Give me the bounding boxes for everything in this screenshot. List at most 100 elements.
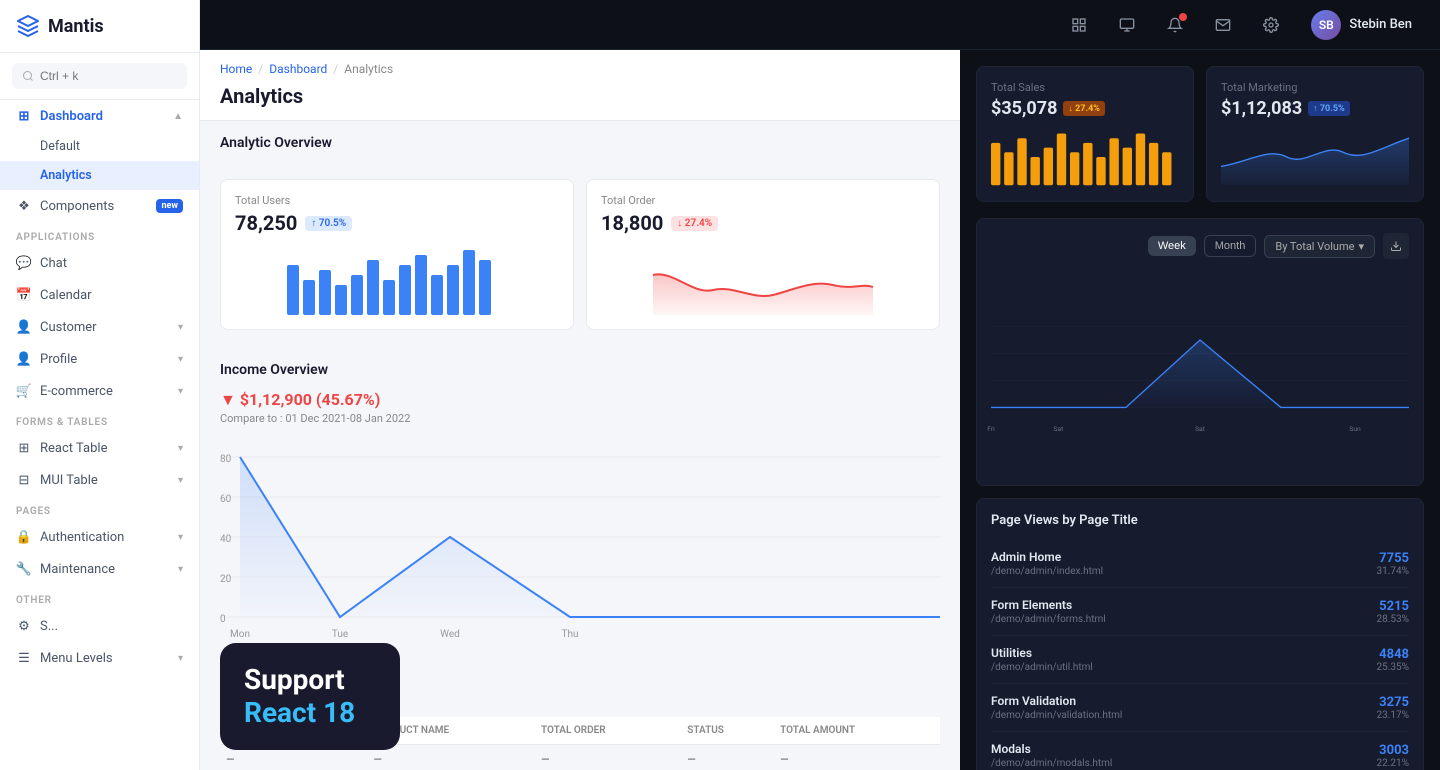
sidebar-components-label: Components xyxy=(40,199,114,214)
gear-icon xyxy=(1263,17,1279,33)
dark-line-chart: Fri Sat Sat Sun xyxy=(991,267,1409,467)
pv-left: Utilities /demo/admin/util.html xyxy=(991,646,1377,673)
sidebar-item-profile[interactable]: 👤 Profile ▾ xyxy=(0,343,199,375)
chevron-down-icon6: ▾ xyxy=(178,532,183,543)
card-order-value: 18,800 ↓ 27.4% xyxy=(601,211,925,235)
mail-icon-btn[interactable] xyxy=(1207,9,1239,41)
stat-total-sales: Total Sales $35,078 ↓ 27.4% xyxy=(976,66,1194,202)
notification-icon-btn[interactable] xyxy=(1159,9,1191,41)
volume-select[interactable]: By Total Volume ▾ xyxy=(1264,235,1375,258)
download-icon xyxy=(1390,240,1402,252)
logo-icon xyxy=(16,14,40,38)
auth-label: Authentication xyxy=(40,530,124,545)
settings-icon: ⚙ xyxy=(16,618,32,634)
pv-percent: 22.21% xyxy=(1377,758,1409,769)
sidebar-item-customer[interactable]: 👤 Customer ▾ xyxy=(0,311,199,343)
week-btn[interactable]: Week xyxy=(1148,236,1196,256)
pv-page: Form Elements xyxy=(991,598,1377,612)
pv-row: Form Elements /demo/admin/forms.html 521… xyxy=(991,588,1409,636)
pv-page: Modals xyxy=(991,742,1377,756)
sidebar-item-mui-table[interactable]: ⊟ MUI Table ▾ xyxy=(0,464,199,496)
income-value: ▼ $1,12,900 (45.67%) xyxy=(220,390,410,410)
sales-chart-svg xyxy=(991,127,1179,187)
right-panel: Total Sales $35,078 ↓ 27.4% xyxy=(960,50,1440,770)
breadcrumb-home[interactable]: Home xyxy=(220,62,252,76)
right-stats: Total Sales $35,078 ↓ 27.4% xyxy=(976,66,1424,202)
profile-label: Profile xyxy=(40,352,77,367)
table-icon: ⊞ xyxy=(16,440,32,456)
dark-income-chart: Week Month By Total Volume ▾ xyxy=(976,218,1424,486)
col-status: STATUS xyxy=(681,717,774,745)
app-name: Mantis xyxy=(48,16,104,37)
breadcrumb-dashboard[interactable]: Dashboard xyxy=(269,62,327,76)
customer-label: Customer xyxy=(40,320,97,335)
new-badge: new xyxy=(156,199,183,213)
chevron-down-icon3: ▾ xyxy=(178,386,183,397)
sales-label: Total Sales xyxy=(991,81,1179,94)
pv-percent: 23.17% xyxy=(1377,710,1409,721)
sidebar-item-ecommerce[interactable]: 🛒 E-commerce ▾ xyxy=(0,375,199,407)
sidebar-item-chat[interactable]: 💬 Chat xyxy=(0,247,199,279)
pv-row: Form Validation /demo/admin/validation.h… xyxy=(991,684,1409,732)
mui-icon: ⊟ xyxy=(16,472,32,488)
search-box[interactable] xyxy=(12,63,187,89)
income-section: Income Overview ▼ $1,12,900 (45.67%) Com… xyxy=(200,346,960,673)
overview-title: Analytic Overview xyxy=(220,135,940,151)
svg-text:0: 0 xyxy=(220,614,226,625)
card-total-users: Total Users 78,250 ↑ 70.5% xyxy=(220,179,574,330)
sidebar-item-calendar[interactable]: 📅 Calendar xyxy=(0,279,199,311)
user-profile[interactable]: SB Stebin Ben xyxy=(1303,6,1420,44)
marketing-label: Total Marketing xyxy=(1221,81,1409,94)
month-btn[interactable]: Month xyxy=(1204,235,1257,257)
sidebar-item-analytics[interactable]: Analytics xyxy=(0,161,199,190)
maintenance-label: Maintenance xyxy=(40,562,115,577)
download-icon-btn[interactable] xyxy=(1383,233,1409,259)
sidebar-item-dashboard[interactable]: ⊞ Dashboard ▲ xyxy=(0,100,199,132)
sidebar-item-react-table[interactable]: ⊞ React Table ▾ xyxy=(0,432,199,464)
search-input[interactable] xyxy=(40,69,177,83)
svg-text:20: 20 xyxy=(220,574,232,585)
pv-percent: 28.53% xyxy=(1377,614,1409,625)
breadcrumb-area: Home / Dashboard / Analytics Analytics xyxy=(200,50,960,121)
svg-text:Sat: Sat xyxy=(1053,425,1063,433)
monitor-icon-btn[interactable] xyxy=(1111,9,1143,41)
users-chart xyxy=(235,245,559,315)
grid-icon-btn[interactable] xyxy=(1063,9,1095,41)
pv-row: Utilities /demo/admin/util.html 4848 25.… xyxy=(991,636,1409,684)
user-name: Stebin Ben xyxy=(1349,17,1412,32)
sidebar-item-authentication[interactable]: 🔒 Authentication ▾ xyxy=(0,521,199,553)
sidebar-item-settings[interactable]: ⚙ S... xyxy=(0,610,199,642)
chevron-down-icon7: ▾ xyxy=(178,564,183,575)
svg-text:Mon: Mon xyxy=(230,629,250,640)
search-area xyxy=(0,53,199,100)
sidebar-item-menu-levels[interactable]: ☰ Menu Levels ▾ xyxy=(0,642,199,674)
card-order-label: Total Order xyxy=(601,194,925,207)
breadcrumb: Home / Dashboard / Analytics xyxy=(220,62,940,76)
sidebar-item-maintenance[interactable]: 🔧 Maintenance ▾ xyxy=(0,553,199,585)
support-popup: Support React 18 xyxy=(220,643,400,750)
sidebar-item-components[interactable]: ❖ Components new xyxy=(0,190,199,222)
pv-url: /demo/admin/forms.html xyxy=(991,614,1377,625)
support-highlight: React 18 xyxy=(244,696,355,729)
maintenance-icon: 🔧 xyxy=(16,561,32,577)
pv-right: 5215 28.53% xyxy=(1377,599,1409,625)
sidebar-logo: Mantis xyxy=(0,0,199,53)
select-chevron-icon: ▾ xyxy=(1358,240,1364,253)
card-users-label: Total Users xyxy=(235,194,559,207)
svg-text:80: 80 xyxy=(220,454,232,465)
top-header: SB Stebin Ben xyxy=(200,0,1440,50)
pv-left: Form Elements /demo/admin/forms.html xyxy=(991,598,1377,625)
header-icons: SB Stebin Ben xyxy=(1063,6,1420,44)
sep1: / xyxy=(258,62,263,76)
pv-page: Utilities xyxy=(991,646,1377,660)
applications-section: Applications xyxy=(0,222,199,247)
customer-icon: 👤 xyxy=(16,319,32,335)
card-users-value: 78,250 ↑ 70.5% xyxy=(235,211,559,235)
pv-left: Form Validation /demo/admin/validation.h… xyxy=(991,694,1377,721)
order-chart xyxy=(601,245,925,315)
marketing-badge: ↑ 70.5% xyxy=(1308,101,1350,116)
settings-label: S... xyxy=(40,619,58,634)
sidebar-item-default[interactable]: Default xyxy=(0,132,199,161)
breadcrumb-current: Analytics xyxy=(344,62,393,76)
settings-icon-btn[interactable] xyxy=(1255,9,1287,41)
